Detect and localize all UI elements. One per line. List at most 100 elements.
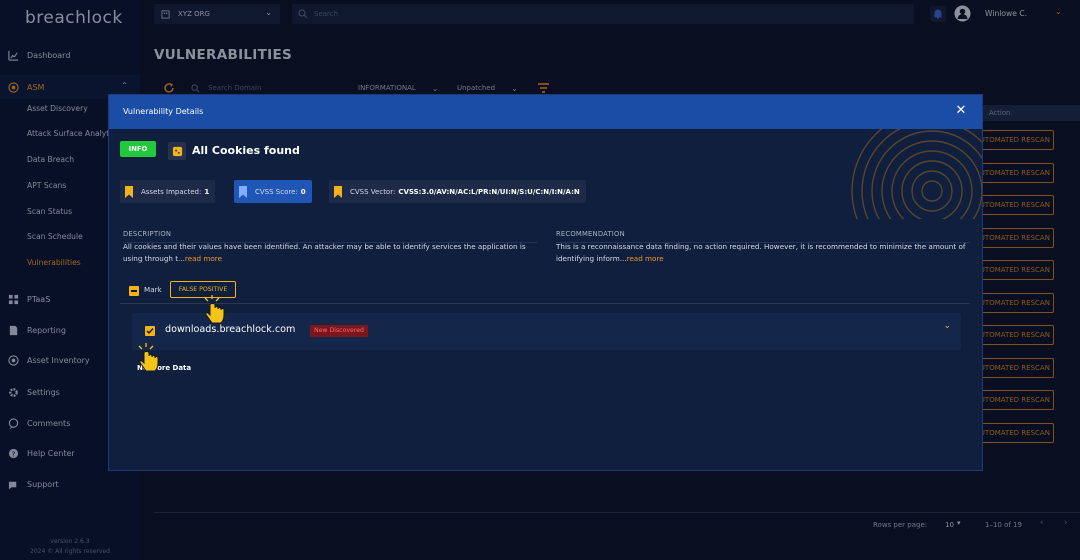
automated-rescan-button[interactable]: AUTOMATED RESCAN xyxy=(974,163,1054,183)
chip-label: CVSS Vector: xyxy=(350,187,396,196)
global-search-input[interactable]: Search xyxy=(292,4,914,24)
modal-title: Vulnerability Details xyxy=(123,107,204,116)
hand-cursor-icon xyxy=(204,295,225,324)
automated-rescan-button[interactable]: AUTOMATED RESCAN xyxy=(974,260,1054,280)
chevron-up-icon: ⌃ xyxy=(121,81,128,90)
chevron-down-icon[interactable]: ⌄ xyxy=(943,321,951,331)
description-read-more-link[interactable]: read more xyxy=(185,254,222,263)
bell-icon[interactable] xyxy=(930,6,946,22)
inventory-icon xyxy=(7,354,19,366)
description-body: All cookies and their values have been i… xyxy=(123,242,526,263)
refresh-icon[interactable] xyxy=(163,82,175,94)
automated-rescan-button[interactable]: AUTOMATED RESCAN xyxy=(974,195,1054,215)
recommendation-label: RECOMMENDATION xyxy=(556,230,625,238)
building-icon xyxy=(161,9,170,19)
mark-label: Mark xyxy=(144,285,162,294)
user-name[interactable]: Winlowe C. xyxy=(985,9,1027,18)
search-icon xyxy=(298,9,308,19)
asset-row[interactable]: downloads.breachlock.com New Discovered … xyxy=(132,313,961,350)
close-icon[interactable]: ✕ xyxy=(954,104,968,118)
chevron-down-icon[interactable]: ⌄ xyxy=(1055,7,1062,16)
chevron-down-icon: ⌄ xyxy=(511,83,518,93)
divider xyxy=(120,303,970,304)
asset-checkbox[interactable] xyxy=(145,326,155,336)
severity-badge: INFO xyxy=(120,141,156,157)
page-range: 1–10 of 19 xyxy=(985,521,1022,529)
filter-icon[interactable] xyxy=(538,83,549,93)
automated-rescan-button[interactable]: AUTOMATED RESCAN xyxy=(974,358,1054,378)
cvss-vector-chip: CVSS Vector: CVSS:3.0/AV:N/AC:L/PR:N/UI:N… xyxy=(329,180,586,203)
rows-per-page-label: Rows per page: xyxy=(873,521,928,529)
description-text: All cookies and their values have been i… xyxy=(123,241,538,265)
sidebar-item-label: Reporting xyxy=(27,325,66,335)
automated-rescan-button[interactable]: AUTOMATED RESCAN xyxy=(974,130,1054,150)
sidebar-item-support[interactable]: Support xyxy=(0,472,140,496)
sidebar-item-label: Support xyxy=(27,479,59,489)
sidebar-item-label: Dashboard xyxy=(27,50,71,60)
automated-rescan-button[interactable]: AUTOMATED RESCAN xyxy=(974,390,1054,410)
target-icon xyxy=(7,81,19,93)
org-select[interactable]: XYZ ORG ⌄ xyxy=(154,4,280,24)
automated-rescan-button[interactable]: AUTOMATED RESCAN xyxy=(974,228,1054,248)
fingerprint-icon xyxy=(851,129,982,219)
org-name: XYZ ORG xyxy=(178,10,210,18)
automated-rescan-button[interactable]: AUTOMATED RESCAN xyxy=(974,293,1054,313)
vulnerability-details-modal: Vulnerability Details ✕ INFO All Cookies… xyxy=(108,94,983,471)
modal-header: Vulnerability Details ✕ xyxy=(109,95,982,129)
chevron-down-icon: ⌄ xyxy=(265,8,272,17)
mark-all-checkbox[interactable] xyxy=(129,286,139,296)
recommendation-text: This is a reconnaissance data finding, n… xyxy=(556,241,971,265)
bookmark-icon xyxy=(239,185,247,198)
new-discovered-badge: New Discovered xyxy=(310,325,368,337)
chevron-down-icon: ⌄ xyxy=(431,83,439,93)
sidebar-item-label: PTaaS xyxy=(27,294,51,304)
status-value: Unpatched xyxy=(457,84,496,92)
cookie-icon xyxy=(168,142,186,160)
automated-rescan-button[interactable]: AUTOMATED RESCAN xyxy=(974,325,1054,345)
chip-value: 1 xyxy=(204,187,210,196)
chart-icon xyxy=(7,49,19,61)
search-placeholder: Search Domain xyxy=(208,84,262,92)
bookmark-icon xyxy=(334,185,342,198)
divider xyxy=(154,512,1080,513)
chevron-right-icon[interactable]: › xyxy=(1064,518,1068,528)
copyright-text: 2024 © All rights reserved xyxy=(30,548,110,555)
check-icon xyxy=(146,328,154,335)
grid-icon xyxy=(7,293,19,305)
sidebar-item-label: Asset Inventory xyxy=(27,355,90,365)
assets-impacted-chip: Assets Impacted: 1 xyxy=(120,180,216,203)
svg-text:?: ? xyxy=(11,449,15,458)
recommendation-body: This is a reconnaissance data finding, n… xyxy=(556,242,966,263)
sidebar-item-dashboard[interactable]: Dashboard xyxy=(0,43,140,67)
sidebar-item-label: Comments xyxy=(27,418,71,428)
automated-rescan-button[interactable]: AUTOMATED RESCAN xyxy=(974,423,1054,443)
rows-per-page-select[interactable]: 10 xyxy=(945,521,954,529)
sidebar-item-label: Settings xyxy=(27,387,60,397)
severity-value: INFORMATIONAL xyxy=(358,84,416,92)
document-icon xyxy=(7,324,19,336)
caret-down-icon[interactable]: ▾ xyxy=(957,519,961,527)
logo: breachlock xyxy=(25,8,123,28)
comment-icon xyxy=(7,417,19,429)
bookmark-icon xyxy=(125,185,133,198)
vulnerability-title: All Cookies found xyxy=(192,144,300,157)
chip-value: 0 xyxy=(300,187,306,196)
cvss-score-chip: CVSS Score: 0 xyxy=(234,180,312,203)
help-icon: ? xyxy=(7,447,19,459)
search-icon xyxy=(191,83,200,92)
hand-cursor-icon xyxy=(138,343,159,372)
description-label: DESCRIPTION xyxy=(123,230,172,238)
sidebar-item-label: ASM xyxy=(27,82,45,92)
support-icon xyxy=(7,478,19,490)
chip-label: CVSS Score: xyxy=(255,187,298,196)
asset-name: downloads.breachlock.com xyxy=(165,324,296,335)
recommendation-read-more-link[interactable]: read more xyxy=(627,254,664,263)
gear-icon xyxy=(7,386,19,398)
chevron-left-icon[interactable]: ‹ xyxy=(1040,518,1044,528)
version-text: version 2.6.3 xyxy=(50,538,90,545)
avatar[interactable] xyxy=(954,5,971,22)
chip-value: CVSS:3.0/AV:N/AC:L/PR:N/UI:N/S:U/C:N/I:N… xyxy=(398,187,580,196)
table-header-action: Action xyxy=(983,105,1080,121)
sidebar-item-label: Help Center xyxy=(27,448,75,458)
page-title: VULNERABILITIES xyxy=(154,47,292,63)
